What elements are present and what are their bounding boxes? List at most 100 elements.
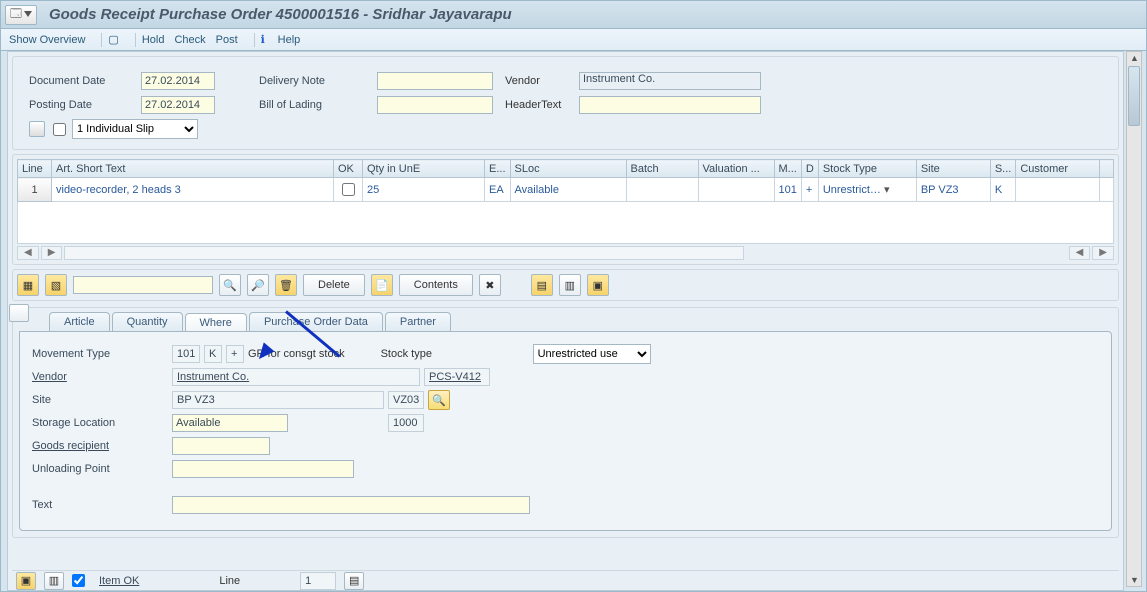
- contents-button[interactable]: Contents: [399, 274, 473, 296]
- trash-icon[interactable]: 🗑: [275, 274, 297, 296]
- stock-type-select[interactable]: Unrestricted use: [533, 344, 651, 364]
- post-link[interactable]: Post: [216, 34, 238, 46]
- detail-tabs: Article Quantity Where Purchase Order Da…: [49, 312, 1118, 331]
- item-ok-label[interactable]: Item OK: [99, 575, 139, 587]
- tab-article[interactable]: Article: [49, 312, 110, 331]
- goods-recipient-input[interactable]: [172, 437, 270, 455]
- next-item-icon[interactable]: ▥: [44, 572, 64, 590]
- blank-page-icon: ▢: [108, 33, 118, 46]
- headertext-input[interactable]: [579, 96, 761, 114]
- main-panel: Document Date Delivery Note Vendor Instr…: [7, 51, 1124, 591]
- scroll-down-icon[interactable]: ▼: [1130, 575, 1139, 585]
- scroll-right-icon[interactable]: ▶: [41, 246, 63, 260]
- scroll-up-icon[interactable]: ▲: [1130, 53, 1139, 63]
- info-icon: ℹ: [261, 33, 275, 47]
- docdate-label: Document Date: [29, 75, 141, 87]
- sloc-code: 1000: [388, 414, 424, 432]
- bol-input[interactable]: [377, 96, 493, 114]
- grid-toolbar: ▦ ▧ 🔍 🔎 🗑 Delete 📄 Contents ✖ ▤ ▥ ▣: [12, 269, 1119, 301]
- hold-link[interactable]: Hold: [142, 34, 165, 46]
- form-icon: 🗔: [10, 5, 22, 24]
- mvt-spec: K: [204, 345, 222, 363]
- show-overview-link[interactable]: Show Overview: [9, 34, 85, 46]
- find-icon[interactable]: 🔍: [219, 274, 241, 296]
- line-number: 1: [300, 572, 336, 590]
- text-input[interactable]: [172, 496, 530, 514]
- scroll-left-icon[interactable]: ◀: [17, 246, 39, 260]
- vendor-value[interactable]: Instrument Co.: [172, 368, 420, 386]
- slip-select[interactable]: 1 Individual Slip: [72, 119, 198, 139]
- text-label: Text: [32, 499, 172, 511]
- unload-input[interactable]: [172, 460, 354, 478]
- new-doc-link[interactable]: ▢: [108, 33, 118, 46]
- mvt-sign: +: [226, 345, 244, 363]
- help-link[interactable]: ℹHelp: [261, 33, 301, 47]
- vendor-header-label: Vendor: [505, 75, 579, 87]
- mvt-label: Movement Type: [32, 348, 172, 360]
- headertext-label: HeaderText: [505, 99, 579, 111]
- site-search-icon[interactable]: 🔍: [428, 390, 450, 410]
- chevron-down-icon: [24, 11, 32, 19]
- where-pane: Movement Type 101 K + GR for consgt stoc…: [19, 331, 1112, 531]
- settings-icon[interactable]: ✖: [479, 274, 501, 296]
- vertical-scrollbar[interactable]: ▲ ▼: [1126, 51, 1142, 587]
- layout-icon[interactable]: ▤: [531, 274, 553, 296]
- delnote-input[interactable]: [377, 72, 493, 90]
- contents-icon[interactable]: 📄: [371, 274, 393, 296]
- sloc-input[interactable]: [172, 414, 288, 432]
- find-input[interactable]: [73, 276, 213, 294]
- expand-icon[interactable]: ▣: [16, 572, 36, 590]
- check-link[interactable]: Check: [174, 34, 205, 46]
- tab-pod[interactable]: Purchase Order Data: [249, 312, 383, 331]
- site-label: Site: [32, 394, 172, 406]
- doc-header: Document Date Delivery Note Vendor Instr…: [12, 56, 1119, 150]
- grid-header-row: Line Art. Short Text OK Qty in UnE E... …: [18, 160, 1114, 178]
- site-value: BP VZ3: [172, 391, 384, 409]
- detail-area: Article Quantity Where Purchase Order Da…: [12, 307, 1119, 538]
- tab-where[interactable]: Where: [185, 313, 247, 332]
- scroll-left-icon[interactable]: ◀: [1069, 246, 1091, 260]
- scroll-right-icon[interactable]: ▶: [1092, 246, 1114, 260]
- slip-checkbox[interactable]: [53, 123, 66, 136]
- variant-icon[interactable]: ▣: [587, 274, 609, 296]
- bol-label: Bill of Lading: [259, 99, 377, 111]
- goods-recipient-label[interactable]: Goods recipient: [32, 440, 172, 452]
- toolbar-sep: [101, 33, 102, 47]
- print-icon[interactable]: [29, 121, 45, 137]
- collapse-detail-icon[interactable]: [9, 304, 29, 322]
- title-bar-menu-button[interactable]: 🗔: [5, 5, 37, 25]
- mvt-desc: GR for consgt stock: [248, 348, 345, 360]
- items-area: Line Art. Short Text OK Qty in UnE E... …: [12, 154, 1119, 265]
- chevron-down-icon[interactable]: ▾: [884, 184, 890, 196]
- vendor-code[interactable]: PCS-V412: [424, 368, 490, 386]
- postdate-label: Posting Date: [29, 99, 141, 111]
- grid-empty-space: [18, 202, 1114, 244]
- table-row[interactable]: 1 video-recorder, 2 heads 3 25 EA Availa…: [18, 178, 1114, 202]
- tab-quantity[interactable]: Quantity: [112, 312, 183, 331]
- postdate-input[interactable]: [141, 96, 215, 114]
- row-ok-checkbox[interactable]: [342, 183, 355, 196]
- item-footer: ▣ ▥ Item OK Line 1 ▤: [12, 570, 1119, 590]
- grid-config-icon[interactable]: [1100, 160, 1114, 178]
- select-all-icon[interactable]: ▦: [17, 274, 39, 296]
- items-grid: Line Art. Short Text OK Qty in UnE E... …: [17, 159, 1114, 244]
- tab-partner[interactable]: Partner: [385, 312, 451, 331]
- unload-label: Unloading Point: [32, 463, 172, 475]
- delnote-label: Delivery Note: [259, 75, 377, 87]
- export-icon[interactable]: ▥: [559, 274, 581, 296]
- site-code: VZ03: [388, 391, 424, 409]
- find-next-icon[interactable]: 🔎: [247, 274, 269, 296]
- scroll-thumb[interactable]: [1128, 66, 1140, 126]
- deselect-all-icon[interactable]: ▧: [45, 274, 67, 296]
- vendor-label[interactable]: Vendor: [32, 371, 172, 383]
- line-label: Line: [219, 575, 240, 587]
- stock-type-label: Stock type: [381, 348, 533, 360]
- window-title: Goods Receipt Purchase Order 4500001516 …: [49, 6, 512, 23]
- item-ok-checkbox[interactable]: [72, 574, 85, 587]
- docdate-input[interactable]: [141, 72, 215, 90]
- vendor-header-value: Instrument Co.: [579, 72, 761, 90]
- line-nav-icon[interactable]: ▤: [344, 572, 364, 590]
- delete-button[interactable]: Delete: [303, 274, 365, 296]
- app-window: 🗔 Goods Receipt Purchase Order 450000151…: [0, 0, 1147, 592]
- toolbar: Show Overview ▢ Hold Check Post ℹHelp: [1, 29, 1146, 51]
